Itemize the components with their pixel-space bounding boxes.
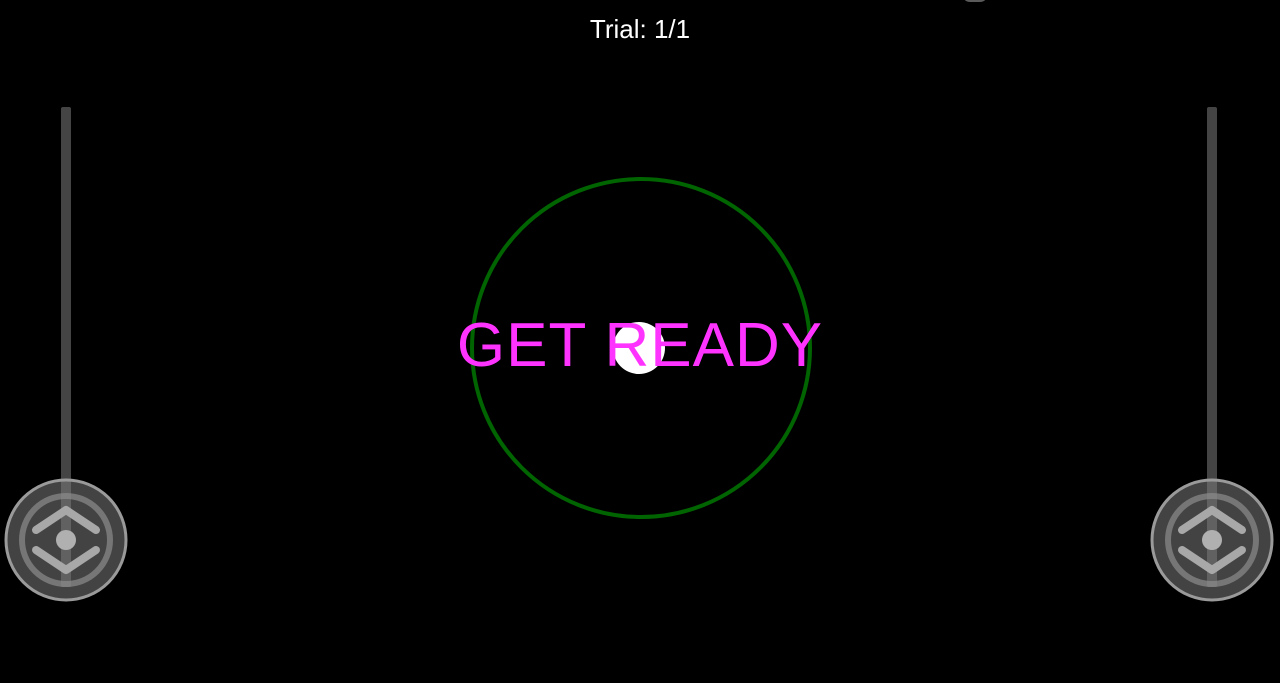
top-edge-marker	[962, 0, 988, 2]
get-ready-message: GET READY	[456, 311, 824, 380]
vertical-joystick-icon	[4, 478, 128, 602]
right-joystick-knob[interactable]	[1150, 478, 1274, 602]
trial-counter: Trial: 1/1	[589, 14, 691, 44]
left-joystick-knob[interactable]	[4, 478, 128, 602]
vertical-joystick-icon	[1150, 478, 1274, 602]
